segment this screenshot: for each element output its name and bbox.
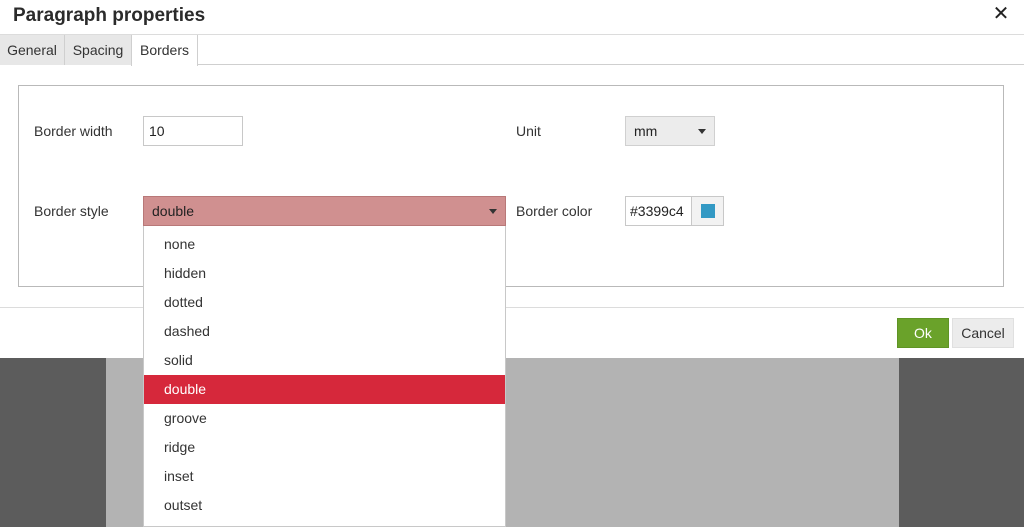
close-icon[interactable]: ✕	[990, 3, 1012, 25]
tab-bar: General Spacing Borders	[0, 35, 1024, 66]
option-groove[interactable]: groove	[144, 404, 505, 433]
chevron-down-icon	[489, 209, 497, 214]
option-outset[interactable]: outset	[144, 491, 505, 520]
cancel-button[interactable]: Cancel	[952, 318, 1014, 348]
border-style-label: Border style	[34, 203, 109, 219]
dialog-title: Paragraph properties	[13, 5, 206, 26]
ok-button[interactable]: Ok	[897, 318, 949, 348]
option-hidden[interactable]: hidden	[144, 259, 505, 288]
border-width-label: Border width	[34, 123, 113, 139]
option-solid[interactable]: solid	[144, 346, 505, 375]
color-picker-button[interactable]	[691, 196, 724, 226]
border-style-dropdown: none hidden dotted dashed solid double g…	[143, 226, 506, 527]
border-color-label: Border color	[516, 203, 593, 219]
dialog-title-bar: Paragraph properties ✕	[0, 0, 1024, 35]
unit-select[interactable]: mm	[625, 116, 715, 146]
tab-borders[interactable]: Borders	[131, 35, 198, 66]
border-color-input[interactable]	[625, 196, 692, 226]
option-dotted[interactable]: dotted	[144, 288, 505, 317]
option-ridge[interactable]: ridge	[144, 433, 505, 462]
tab-general[interactable]: General	[0, 35, 65, 65]
option-none[interactable]: none	[144, 230, 505, 259]
unit-label: Unit	[516, 123, 541, 139]
option-double[interactable]: double	[144, 375, 505, 404]
color-swatch	[701, 204, 715, 218]
chevron-down-icon	[698, 129, 706, 134]
border-width-input[interactable]	[143, 116, 243, 146]
border-style-select-value: double	[152, 203, 195, 219]
option-inset[interactable]: inset	[144, 462, 505, 491]
border-style-select[interactable]: double	[143, 196, 506, 226]
tab-spacing[interactable]: Spacing	[65, 35, 132, 65]
option-dashed[interactable]: dashed	[144, 317, 505, 346]
unit-select-value: mm	[634, 123, 658, 139]
